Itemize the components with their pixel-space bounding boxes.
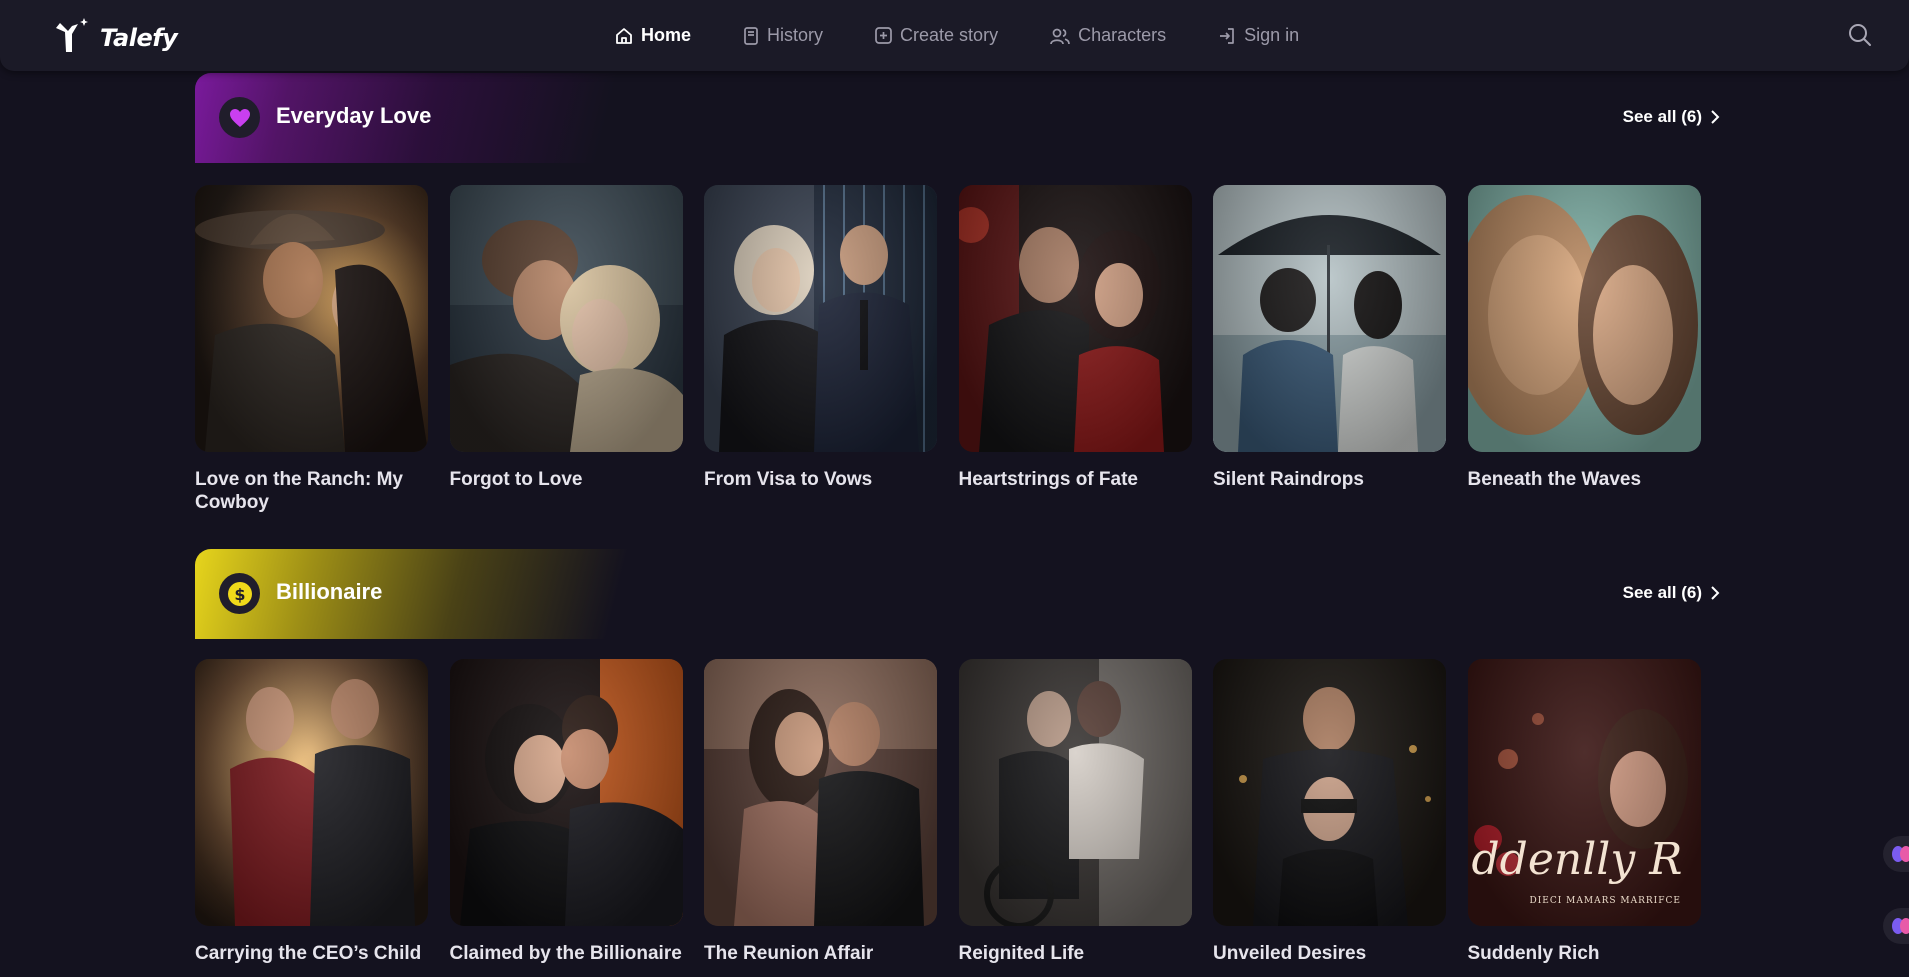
chevron-right-icon [1711,110,1720,124]
cover-subtitle-text: DIECI MAMARS MARRIFCE [1529,896,1681,906]
story-title: Claimed by the Billionaire [449,943,682,964]
talefy-logo[interactable]: Talefy [54,12,178,56]
see-all-label: See all (6) [1622,583,1702,602]
story-card[interactable]: ddenlly R DIECI MAMARS MARRIFCE Suddenly… [1467,659,1701,965]
chevron-right-icon [1711,586,1720,600]
floating-assistant-button[interactable] [1883,836,1909,872]
story-title: From Visa to Vows [704,469,873,490]
section-title: Billionaire [276,579,383,604]
section-icon-badge: $ [219,573,260,614]
see-all-link[interactable]: See all (6) [1623,107,1720,127]
section-icon-badge [219,97,260,138]
story-title: Unveiled Desires [1213,943,1367,964]
story-title: Silent Raindrops [1213,469,1364,490]
story-card[interactable]: Carrying the CEO’s Child [195,659,428,965]
talefy-mark-icon [56,18,88,52]
nav-characters-label: Characters [1078,25,1167,45]
users-icon [1050,28,1070,44]
story-cover-image [449,659,683,926]
story-title: Love on the Ranch: My Cowboy [195,469,403,513]
story-cover-image: ddenlly R DIECI MAMARS MARRIFCE [1467,659,1701,926]
story-title: Heartstrings of Fate [958,469,1138,490]
story-cover-image [195,659,428,926]
nav-create-story-label: Create story [900,25,999,45]
nav-create-story[interactable]: Create story [874,25,998,46]
story-cover-image [195,185,428,452]
nav-home-label: Home [641,25,692,45]
section-header-band [195,73,715,163]
story-card[interactable]: Forgot to Love [449,185,683,514]
svg-text:$: $ [234,585,245,604]
nav-sign-in-label: Sign in [1244,25,1300,45]
search-icon [1849,24,1871,46]
section-everyday-love: Everyday Love See all (6) Love on the Ra… [195,73,1720,523]
story-cover-image [958,185,1192,452]
section-billionaire: $ Billionaire See all (6) Carrying the C… [195,549,1720,977]
story-card[interactable]: Reignited Life [958,659,1192,965]
home-icon [616,27,632,44]
story-card[interactable]: Silent Raindrops [1213,185,1446,514]
see-all-link[interactable]: See all (6) [1623,583,1720,603]
story-card[interactable]: The Reunion Affair [704,659,937,965]
brain-icon [1892,846,1909,862]
story-card[interactable]: From Visa to Vows [704,185,937,514]
main-nav: Home History Create story Characters Sig… [614,0,1350,71]
section-header-band [195,549,715,639]
story-title: Forgot to Love [449,469,583,490]
nav-history[interactable]: History [742,25,823,46]
dollar-coin-icon: $ [227,581,252,606]
story-cover-image [704,185,937,452]
see-all-label: See all (6) [1622,107,1702,126]
sign-in-icon [1220,27,1234,44]
story-cover-image [1467,185,1701,452]
book-icon [744,26,758,45]
section-title: Everyday Love [276,103,432,128]
brand-name: Talefy [100,24,178,52]
story-card-row: Love on the Ranch: My Cowboy Forgot to L… [195,185,1722,514]
floating-assistant-button-2[interactable] [1883,908,1909,944]
story-cover-image [1213,659,1446,926]
plus-square-icon [875,27,892,44]
story-title: Suddenly Rich [1467,943,1600,964]
story-card[interactable]: Unveiled Desires [1213,659,1446,965]
story-card[interactable]: Heartstrings of Fate [958,185,1192,514]
search-button[interactable] [1847,22,1873,53]
top-navigation-bar: Talefy Home History Create story Charact… [0,0,1909,71]
nav-sign-in[interactable]: Sign in [1217,25,1299,46]
story-cover-image [1213,185,1446,452]
heart-icon [229,108,250,127]
story-cover-image [704,659,937,926]
cover-title-text: ddenlly R [1471,834,1683,885]
story-title: Beneath the Waves [1467,469,1642,490]
nav-home[interactable]: Home [614,25,691,46]
story-card[interactable]: Beneath the Waves [1467,185,1701,514]
story-card[interactable]: Claimed by the Billionaire [449,659,683,965]
story-card[interactable]: Love on the Ranch: My Cowboy [195,185,428,514]
story-title: The Reunion Affair [704,943,874,964]
story-cover-image [449,185,683,452]
brain-icon [1892,918,1909,934]
story-title: Carrying the CEO’s Child [195,943,422,964]
story-card-row: Carrying the CEO’s Child Claimed by the … [195,659,1722,965]
story-cover-image [958,659,1192,926]
story-title: Reignited Life [958,943,1085,964]
nav-history-label: History [767,25,824,45]
nav-characters[interactable]: Characters [1049,25,1166,46]
